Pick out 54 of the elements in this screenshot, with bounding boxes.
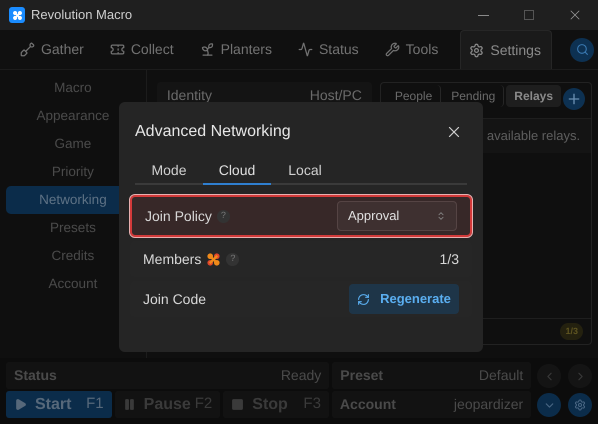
stop-icon <box>231 398 244 411</box>
shovel-icon <box>20 42 35 57</box>
wrench-icon <box>384 42 400 57</box>
dialog-tab[interactable]: Local <box>271 158 339 185</box>
regenerate-button[interactable]: Regenerate <box>349 284 459 314</box>
sprout-icon <box>200 42 215 57</box>
preset-value: Default <box>478 366 524 385</box>
preset-label: Preset <box>340 366 384 385</box>
settings-icon <box>574 399 586 411</box>
nav-tab[interactable]: Planters <box>192 30 280 69</box>
petal-icon <box>206 252 222 266</box>
pulse-icon <box>298 42 313 57</box>
column-header: Identity <box>166 86 212 105</box>
dialog-tab[interactable]: Cloud <box>203 158 271 185</box>
sidebar-item[interactable]: Presets <box>6 214 140 242</box>
account-value: jeopardizer <box>454 395 524 414</box>
chevrons-icon <box>436 211 446 221</box>
nav-tab[interactable]: Settings <box>460 30 552 69</box>
plus-icon <box>566 91 582 107</box>
column-header: Host/PC <box>310 86 362 105</box>
sidebar-item[interactable]: Credits <box>6 242 140 270</box>
count-badge: 1/3 <box>560 322 583 340</box>
nav-tab[interactable]: Status <box>290 30 367 69</box>
setting-label: Members <box>143 250 202 268</box>
settings-icon <box>469 42 484 58</box>
refresh-icon <box>357 292 370 306</box>
member-count: 1/3 <box>440 250 459 268</box>
settings-button[interactable] <box>568 393 592 417</box>
setting-label: Join Policy <box>145 206 212 226</box>
minimize-icon <box>478 14 488 16</box>
nav-tab[interactable]: Gather <box>12 30 92 69</box>
search-button[interactable] <box>570 38 594 62</box>
account-dropdown-button[interactable] <box>537 393 562 417</box>
sidebar-item[interactable]: Macro <box>6 74 140 102</box>
help-icon[interactable]: ? <box>216 210 230 222</box>
search-icon <box>576 43 588 56</box>
account-label: Account <box>340 395 396 414</box>
add-button[interactable] <box>563 88 585 110</box>
ticket-icon <box>110 42 125 57</box>
policy-select[interactable]: Approval <box>337 201 457 231</box>
control-button[interactable]: Start F1 <box>6 391 112 418</box>
empty-message: available relays. <box>486 127 580 146</box>
pause-icon <box>122 398 136 411</box>
setting-label: Join Code <box>143 290 206 308</box>
play-icon <box>14 398 27 411</box>
help-icon[interactable]: ? <box>226 252 240 266</box>
status-value: Ready <box>280 366 322 385</box>
window-title: Revolution Macro <box>31 6 132 24</box>
status-label: Status <box>14 366 57 385</box>
panel-tab[interactable]: Relays <box>506 85 561 107</box>
nav-tab[interactable]: Collect <box>102 30 182 69</box>
dialog-title: Advanced Networking <box>135 122 291 142</box>
nav-tab[interactable]: Tools <box>376 30 446 69</box>
sidebar-item[interactable]: Account <box>6 270 140 298</box>
